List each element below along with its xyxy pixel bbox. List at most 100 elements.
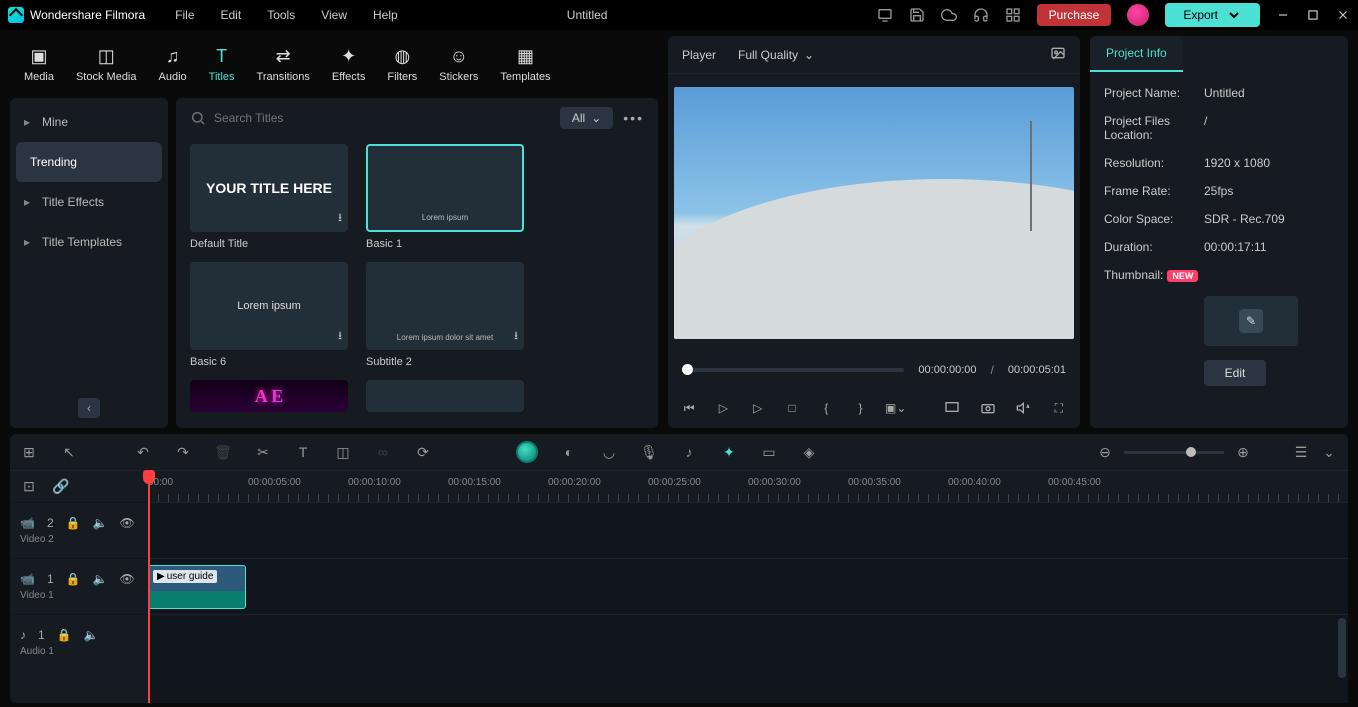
play-button[interactable]: ▷ (751, 401, 765, 415)
chevron-down-icon[interactable]: ⌄ (1320, 444, 1338, 461)
track-toggle-icon[interactable]: ⊡ (20, 478, 38, 495)
play-reverse-button[interactable]: ▷ (716, 401, 730, 415)
music-button[interactable]: ♪ (680, 444, 698, 460)
category-trending[interactable]: Trending (16, 142, 162, 182)
tab-effects[interactable]: ✦Effects (332, 45, 365, 83)
tab-stickers[interactable]: ☺Stickers (439, 45, 478, 83)
edit-button[interactable]: Edit (1204, 360, 1266, 386)
title-item[interactable]: Lorem ipsum Basic 1 (366, 144, 524, 250)
tab-project-info[interactable]: Project Info (1090, 36, 1183, 72)
player-view[interactable] (668, 74, 1080, 352)
title-thumbnail[interactable] (366, 380, 524, 412)
cursor-icon[interactable]: ↖ (60, 444, 78, 461)
ai-avatar-icon[interactable] (516, 441, 538, 463)
lock-icon[interactable]: 🔒 (57, 628, 72, 642)
track-header-video1[interactable]: 📹1🔒🔈👁 Video 1 (10, 558, 148, 614)
track-lane[interactable]: ▶ user guide (148, 558, 1348, 614)
zoom-in-button[interactable]: ⊕ (1234, 444, 1252, 461)
lock-icon[interactable]: 🔒 (66, 572, 81, 586)
title-thumbnail[interactable]: Lorem ipsum dolor sit amet⭳ (366, 262, 524, 350)
menu-tools[interactable]: Tools (267, 8, 295, 22)
menu-edit[interactable]: Edit (221, 8, 242, 22)
track-header-audio1[interactable]: ♪1🔒🔈 Audio 1 (10, 614, 148, 670)
link-button[interactable]: ∞ (374, 444, 392, 460)
layout-icon[interactable]: ⊞ (20, 444, 38, 461)
thumbnail-preview[interactable]: ✎ (1204, 296, 1298, 346)
export-button[interactable]: Export (1165, 3, 1260, 27)
mark-in-button[interactable]: { (819, 401, 833, 415)
link-tracks-icon[interactable]: 🔗 (52, 478, 70, 495)
scrub-track[interactable] (682, 368, 904, 372)
stop-button[interactable]: □ (785, 401, 799, 415)
category-title-effects[interactable]: ▸Title Effects (10, 182, 168, 222)
save-icon[interactable] (909, 7, 925, 23)
cut-button[interactable]: ✂ (254, 444, 272, 461)
tab-titles[interactable]: TTitles (209, 45, 235, 83)
lock-icon[interactable]: 🔒 (66, 516, 81, 530)
keyframe-button[interactable]: ◈ (800, 444, 818, 461)
filter-all-button[interactable]: All⌄ (560, 107, 613, 129)
marker-button[interactable]: ◡ (600, 444, 618, 461)
mark-out-button[interactable]: } (853, 401, 867, 415)
video-clip[interactable]: ▶ user guide (148, 565, 246, 609)
title-item[interactable]: Lorem ipsum dolor sit amet⭳ Subtitle 2 (366, 262, 524, 368)
undo-button[interactable]: ↶ (134, 444, 152, 461)
title-thumbnail[interactable]: A E (190, 380, 348, 412)
track-lanes[interactable]: ▶ user guide (148, 502, 1348, 703)
track-lane[interactable] (148, 614, 1348, 670)
download-icon[interactable]: ⭳ (338, 327, 342, 346)
voice-button[interactable]: 🎙 (640, 444, 658, 461)
zoom-slider[interactable] (1124, 451, 1224, 454)
quality-select[interactable]: Full Quality⌄ (738, 48, 814, 62)
close-button[interactable] (1336, 8, 1350, 22)
crop-button[interactable]: ◫ (334, 444, 352, 461)
eye-icon[interactable]: 👁 (120, 572, 135, 586)
headphones-icon[interactable] (973, 7, 989, 23)
tab-filters[interactable]: ◍Filters (387, 45, 417, 83)
minimize-button[interactable] (1276, 8, 1290, 22)
collapse-sidebar-button[interactable]: ‹ (78, 398, 100, 418)
prev-frame-button[interactable]: ⏮ (682, 401, 696, 416)
zoom-out-button[interactable]: ⊖ (1096, 444, 1114, 461)
title-thumbnail[interactable]: YOUR TITLE HERE⭳ (190, 144, 348, 232)
track-header-video2[interactable]: 📹2🔒🔈👁 Video 2 (10, 502, 148, 558)
title-item[interactable]: A E (190, 380, 348, 412)
maximize-button[interactable] (1306, 8, 1320, 22)
title-thumbnail[interactable]: Lorem ipsum (366, 144, 524, 232)
delete-button[interactable]: 🗑 (214, 444, 232, 461)
fullscreen-icon[interactable]: ⛶ (1052, 401, 1066, 416)
download-icon[interactable]: ⭳ (338, 209, 342, 228)
mute-icon[interactable]: 🔈 (93, 572, 108, 586)
tab-templates[interactable]: ▦Templates (500, 45, 550, 83)
tab-audio[interactable]: ♫Audio (159, 45, 187, 83)
crop-dropdown[interactable]: ▣⌄ (888, 401, 904, 415)
eye-icon[interactable]: 👁 (120, 516, 135, 530)
list-view-icon[interactable]: ☰ (1292, 444, 1310, 461)
screen-icon[interactable] (877, 7, 893, 23)
zoom-handle[interactable] (1186, 447, 1196, 457)
timeline-ruler[interactable]: 00:00 00:00:05:00 00:00:10:00 00:00:15:0… (148, 471, 1348, 502)
mute-icon[interactable]: 🔈 (84, 628, 99, 642)
scrub-handle[interactable] (682, 364, 693, 375)
playhead[interactable] (148, 470, 150, 703)
search-input[interactable] (214, 111, 550, 125)
mute-icon[interactable]: 🔈 (93, 516, 108, 530)
speed-button[interactable]: ⟳ (414, 444, 432, 461)
title-item[interactable] (366, 380, 524, 412)
purchase-button[interactable]: Purchase (1037, 4, 1112, 26)
auto-button[interactable]: ✦ (720, 444, 738, 461)
camera-icon[interactable] (980, 400, 996, 416)
volume-icon[interactable] (1016, 400, 1032, 416)
download-icon[interactable]: ⭳ (514, 327, 518, 346)
title-item[interactable]: YOUR TITLE HERE⭳ Default Title (190, 144, 348, 250)
cloud-icon[interactable] (941, 7, 957, 23)
redo-button[interactable]: ↷ (174, 444, 192, 461)
tab-transitions[interactable]: ⇄Transitions (257, 45, 310, 83)
grid-icon[interactable] (1005, 7, 1021, 23)
record-button[interactable]: ▭ (760, 444, 778, 461)
text-button[interactable]: T (294, 444, 312, 460)
category-mine[interactable]: ▸Mine (10, 102, 168, 142)
user-avatar[interactable] (1127, 4, 1149, 26)
title-item[interactable]: Lorem ipsum⭳ Basic 6 (190, 262, 348, 368)
tab-media[interactable]: ▣Media (24, 45, 54, 83)
